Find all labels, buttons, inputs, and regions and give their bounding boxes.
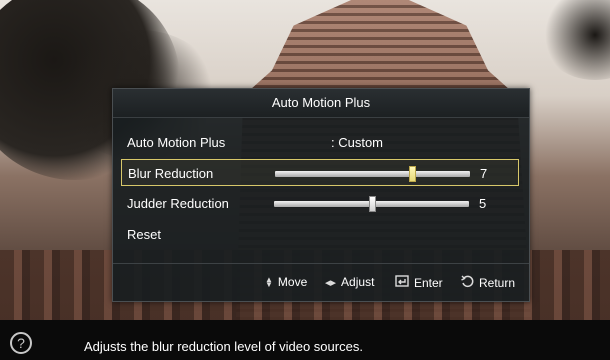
dialog-footer: ▲ ▼ Move ◂▸ Adjust Enter Return — [113, 271, 529, 295]
foliage-silhouette-3 — [540, 0, 610, 80]
blur-reduction-label: Blur Reduction — [128, 166, 214, 181]
auto-motion-plus-label: Auto Motion Plus — [127, 135, 226, 150]
help-icon[interactable]: ? — [10, 332, 32, 354]
up-down-arrows-icon: ▲ ▼ — [265, 275, 273, 289]
move-label: Move — [277, 275, 308, 289]
blur-reduction-value: 7 — [480, 166, 488, 181]
left-right-arrows-icon: ◂▸ — [325, 276, 337, 289]
dialog-title: Auto Motion Plus — [113, 89, 529, 118]
help-bar: ? Adjusts the blur reduction level of vi… — [0, 320, 610, 360]
judder-reduction-label: Judder Reduction — [127, 196, 229, 211]
move-hint[interactable]: ▲ ▼ Move — [265, 275, 307, 289]
blur-reduction-slider[interactable] — [275, 166, 470, 182]
judder-reduction-slider[interactable] — [274, 196, 469, 212]
auto-motion-plus-row[interactable]: Auto Motion Plus : Custom — [121, 129, 519, 156]
enter-hint[interactable]: Enter — [395, 275, 443, 290]
adjust-label: Adjust — [341, 275, 375, 289]
blur-reduction-slider-thumb[interactable] — [408, 166, 416, 182]
auto-motion-plus-dialog: Auto Motion Plus Auto Motion Plus : Cust… — [112, 88, 530, 302]
return-label: Return — [479, 276, 516, 290]
return-icon — [461, 275, 474, 291]
auto-motion-plus-value: : Custom — [331, 135, 384, 150]
enter-label: Enter — [414, 275, 443, 290]
judder-reduction-slider-thumb[interactable] — [368, 196, 376, 212]
reset-row[interactable]: Reset — [121, 221, 519, 248]
dialog-divider — [113, 263, 529, 264]
blur-reduction-row[interactable]: Blur Reduction 7 — [121, 159, 519, 186]
judder-reduction-row[interactable]: Judder Reduction 5 — [121, 190, 519, 217]
judder-reduction-value: 5 — [479, 196, 487, 211]
enter-icon — [395, 275, 409, 290]
return-hint[interactable]: Return — [461, 275, 515, 291]
help-description: Adjusts the blur reduction level of vide… — [84, 339, 363, 354]
adjust-hint[interactable]: ◂▸ Adjust — [325, 275, 374, 289]
reset-label: Reset — [127, 227, 161, 242]
